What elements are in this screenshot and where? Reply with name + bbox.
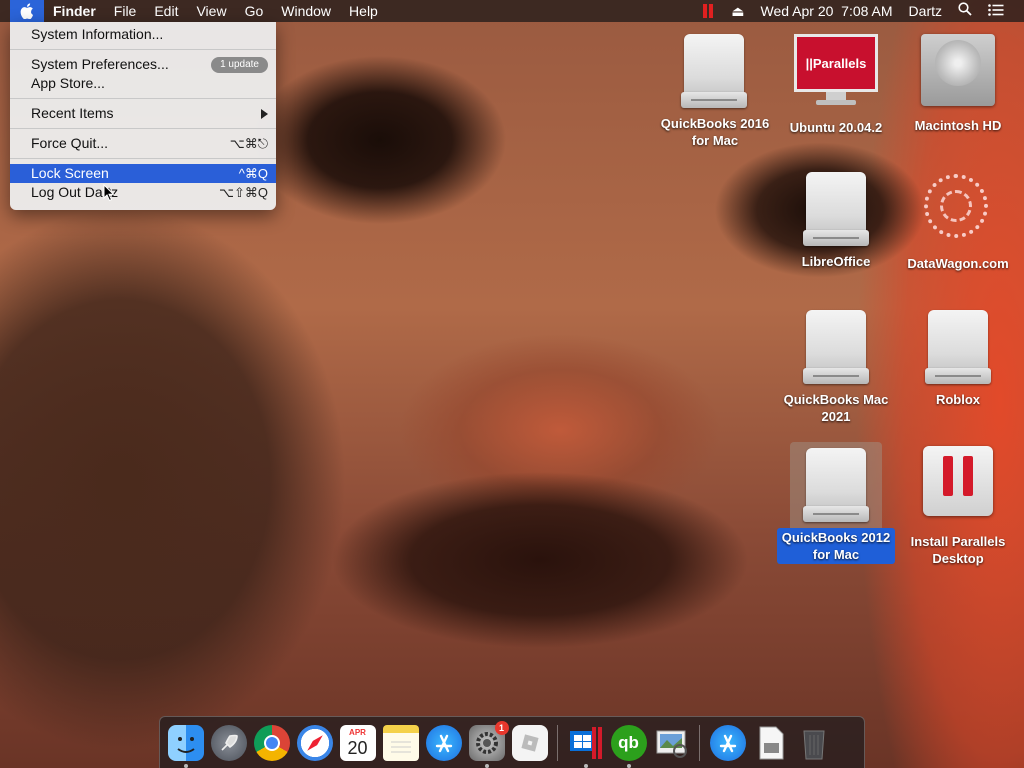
compass-icon: [306, 734, 323, 751]
shortcut: ^⌘Q: [238, 166, 268, 181]
dock-roblox[interactable]: [511, 724, 548, 761]
shortcut: ⌥⌘⎋: [229, 136, 268, 151]
menu-finder[interactable]: Finder: [44, 0, 105, 22]
dock-quickbooks[interactable]: qb: [610, 724, 647, 768]
update-badge: 1 update: [211, 56, 268, 73]
menu-go[interactable]: Go: [236, 0, 273, 22]
desktop-icon-roblox[interactable]: Roblox: [898, 310, 1018, 409]
quickbooks-icon: qb: [618, 732, 639, 752]
menu-separator: [10, 158, 276, 159]
menu-item-recent-items[interactable]: Recent Items: [10, 104, 276, 123]
dock-notes[interactable]: [382, 724, 419, 761]
menu-edit[interactable]: Edit: [145, 0, 187, 22]
dock-chrome[interactable]: [253, 724, 290, 761]
dock-document[interactable]: [753, 725, 789, 761]
trash-icon: [802, 730, 825, 759]
menu-item-log-out[interactable]: Log Out Dartz ⌥⇧⌘Q: [10, 183, 276, 202]
dock-finder[interactable]: [167, 724, 204, 768]
menu-separator: [10, 128, 276, 129]
dock-app-store[interactable]: [425, 724, 462, 761]
drive-icon: [681, 34, 747, 108]
menu-item-force-quit[interactable]: Force Quit... ⌥⌘⎋: [10, 134, 276, 153]
preview-icon: [656, 730, 687, 758]
shortcut: ⌥⇧⌘Q: [219, 185, 268, 200]
menu-bar: Finder File Edit View Go Window Help ⏏ W…: [0, 0, 1024, 22]
menu-view[interactable]: View: [187, 0, 235, 22]
status-area: ⏏ Wed Apr 20 7:08 AM Dartz: [695, 0, 1024, 22]
dock-preview[interactable]: [654, 725, 690, 761]
menu-item-app-store[interactable]: App Store...: [10, 74, 276, 93]
dock-parallels-vm[interactable]: [568, 725, 604, 768]
menu-separator: [10, 49, 276, 50]
drive-icon: [803, 310, 869, 384]
dock-app-store-folder[interactable]: [709, 724, 746, 761]
windows-parallels-icon: [569, 726, 602, 759]
desktop-icon-libreoffice[interactable]: LibreOffice: [776, 172, 896, 271]
desktop-icon-ubuntu[interactable]: ||Parallels Ubuntu 20.04.2: [776, 34, 896, 137]
spotlight-search-icon[interactable]: [950, 0, 980, 22]
submenu-arrow-icon: [261, 108, 268, 119]
dock-separator: [699, 724, 700, 761]
finder-face-icon: [176, 736, 195, 753]
parallels-status-icon[interactable]: [703, 4, 715, 18]
rocket-icon: [220, 734, 238, 751]
user-name[interactable]: Dartz: [901, 0, 950, 22]
dock: APR 20 1 qb: [159, 716, 865, 768]
menu-separator: [10, 98, 276, 99]
roblox-icon: [520, 733, 539, 752]
menu-item-system-information[interactable]: System Information...: [10, 25, 276, 44]
calendar-month: APR: [349, 727, 366, 737]
clock[interactable]: Wed Apr 20 7:08 AM: [753, 0, 901, 22]
desktop-icon-quickbooks-2021[interactable]: QuickBooks Mac 2021: [776, 310, 896, 426]
drive-icon: [803, 448, 869, 522]
desktop-icon-quickbooks-2012[interactable]: QuickBooks 2012 for Mac: [776, 448, 896, 564]
parallels-vm-icon: ||Parallels: [794, 34, 878, 112]
desktop-icon-install-parallels[interactable]: Install Parallels Desktop: [898, 446, 1018, 568]
app-store-icon: [719, 734, 736, 752]
drive-icon: [803, 172, 869, 246]
mouse-pointer-icon: [103, 184, 115, 202]
dock-launchpad[interactable]: [210, 724, 247, 761]
calendar-day: 20: [347, 737, 368, 758]
apple-icon: [20, 3, 33, 19]
dock-safari[interactable]: [296, 724, 333, 761]
dock-separator: [557, 724, 558, 761]
menu-item-lock-screen[interactable]: Lock Screen ^⌘Q: [10, 164, 276, 183]
notification-center-icon[interactable]: [980, 0, 1012, 22]
drive-icon: [925, 310, 991, 384]
menu-file[interactable]: File: [105, 0, 146, 22]
app-store-icon: [435, 734, 452, 752]
datawagon-logo-icon: [918, 168, 998, 248]
notification-badge: 1: [494, 720, 509, 735]
apple-menu-button[interactable]: [10, 0, 44, 22]
desktop-icon-macintosh-hd[interactable]: Macintosh HD: [898, 34, 1018, 135]
apple-menu-dropdown: System Information... System Preferences…: [10, 22, 276, 210]
dock-system-preferences[interactable]: 1: [468, 720, 509, 768]
notes-icon: [390, 741, 411, 752]
chrome-icon: [263, 734, 280, 751]
dock-trash[interactable]: [796, 725, 832, 761]
desktop-icon-datawagon[interactable]: DataWagon.com: [898, 168, 1018, 273]
dock-calendar[interactable]: APR 20: [339, 724, 376, 761]
document-icon: [759, 726, 783, 759]
menu-window[interactable]: Window: [272, 0, 340, 22]
eject-icon[interactable]: ⏏: [723, 0, 752, 22]
parallels-installer-icon: [923, 446, 993, 526]
menu-help[interactable]: Help: [340, 0, 387, 22]
menu-item-system-preferences[interactable]: System Preferences... 1 update: [10, 55, 276, 74]
desktop-icon-quickbooks-2016[interactable]: QuickBooks 2016 for Mac: [654, 34, 774, 150]
hard-drive-icon: [921, 34, 995, 110]
